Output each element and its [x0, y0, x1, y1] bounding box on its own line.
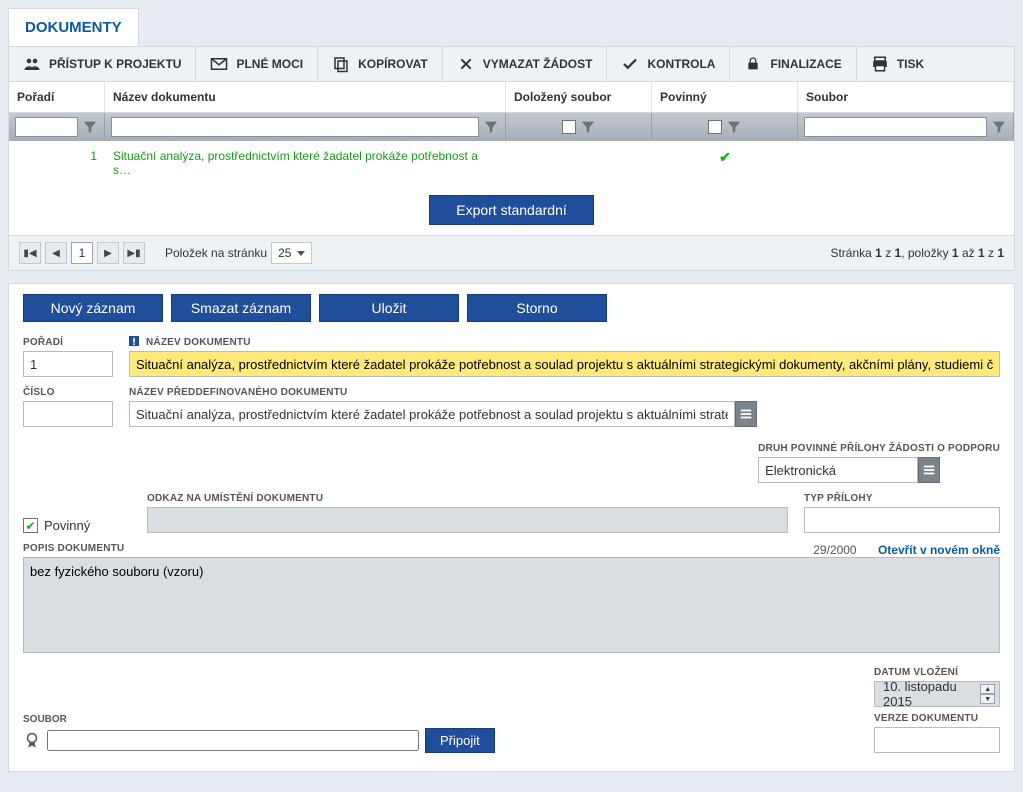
- grid-header-file[interactable]: Doložený soubor: [506, 82, 652, 112]
- tab-dokumenty[interactable]: DOKUMENTY: [8, 8, 139, 46]
- predef-input: [129, 401, 735, 427]
- soubor-input[interactable]: [47, 730, 419, 751]
- mail-icon: [210, 55, 228, 73]
- cislo-label: ČÍSLO: [23, 387, 113, 398]
- version-label: VERZE DOKUMENTU: [874, 713, 978, 724]
- toolbar-check[interactable]: KONTROLA: [607, 47, 730, 81]
- order-label: POŘADÍ: [23, 337, 113, 348]
- check-icon: [621, 55, 639, 73]
- order-input[interactable]: [23, 351, 113, 377]
- popis-label: POPIS DOKUMENTU: [23, 543, 124, 554]
- toolbar-finalize[interactable]: FINALIZACE: [730, 47, 856, 81]
- filter-icon[interactable]: [82, 119, 98, 135]
- copy-icon: [332, 55, 350, 73]
- typ-input[interactable]: [804, 507, 1000, 533]
- toolbar-print[interactable]: TISK: [857, 47, 938, 81]
- required-badge-icon: [129, 336, 139, 346]
- pager-next[interactable]: ▶: [97, 242, 119, 264]
- grid-header-soubor[interactable]: Soubor: [798, 82, 1014, 112]
- attach-button[interactable]: Připojit: [425, 728, 495, 753]
- per-page-label: Položek na stránku: [165, 246, 267, 260]
- pager-first[interactable]: ▮◀: [19, 242, 41, 264]
- cell-req: ✔: [652, 141, 798, 185]
- cell-name: Situační analýza, prostřednictvím které …: [105, 141, 506, 185]
- export-button[interactable]: Export standardní: [429, 195, 594, 225]
- toolbar-poa-label: PLNÉ MOCI: [236, 57, 303, 71]
- pager-status: Stránka 1 z 1, položky 1 až 1 z 1: [830, 246, 1004, 260]
- date-label: DATUM VLOŽENÍ: [874, 667, 958, 678]
- filter-icon[interactable]: [580, 119, 596, 135]
- predef-label: NÁZEV PŘEDDEFINOVANÉHO DOKUMENTU: [129, 387, 757, 398]
- chevron-down-icon: [297, 251, 305, 256]
- check-icon: ✔: [719, 149, 731, 165]
- toolbar-delete[interactable]: VYMAZAT ŽÁDOST: [443, 47, 608, 81]
- pager-prev[interactable]: ◀: [45, 242, 67, 264]
- certificate-icon: [23, 730, 41, 752]
- druh-input: [758, 457, 918, 483]
- popis-counter: 29/2000: [813, 543, 856, 557]
- typ-label: TYP PŘÍLOHY: [804, 493, 1000, 504]
- filter-req-checkbox[interactable]: [708, 120, 722, 134]
- spinner-up[interactable]: ▲: [980, 684, 995, 694]
- druh-label: DRUH POVINNÉ PŘÍLOHY ŽÁDOSTI O PODPORU: [758, 443, 1000, 454]
- povinny-label: Povinný: [44, 518, 90, 533]
- soubor-label: SOUBOR: [23, 714, 495, 725]
- toolbar-copy-label: KOPÍROVAT: [358, 57, 428, 71]
- cell-order: 1: [9, 141, 105, 185]
- grid-data-row[interactable]: 1 Situační analýza, prostřednictvím kter…: [9, 141, 1014, 185]
- filter-name-input[interactable]: [111, 117, 479, 137]
- docname-label: NÁZEV DOKUMENTU: [129, 336, 1000, 348]
- toolbar-poa[interactable]: PLNÉ MOCI: [196, 47, 318, 81]
- toolbar-access[interactable]: PŘÍSTUP K PROJEKTU: [9, 47, 196, 81]
- grid-header-req[interactable]: Povinný: [652, 82, 798, 112]
- odkaz-label: ODKAZ NA UMÍSTĚNÍ DOKUMENTU: [147, 493, 788, 504]
- filter-order-input[interactable]: [15, 117, 78, 137]
- cell-soubor: [798, 141, 1014, 185]
- filter-icon[interactable]: [483, 119, 499, 135]
- grid-filter-row: [9, 113, 1014, 141]
- date-value: 10. listopadu 2015: [883, 679, 980, 709]
- lock-icon: [744, 55, 762, 73]
- toolbar-delete-label: VYMAZAT ŽÁDOST: [483, 57, 593, 71]
- pager-last[interactable]: ▶▮: [123, 242, 145, 264]
- toolbar-print-label: TISK: [897, 57, 924, 71]
- cislo-input[interactable]: [23, 401, 113, 427]
- filter-icon[interactable]: [991, 119, 1007, 135]
- grid-header-row: Pořadí Název dokumentu Doložený soubor P…: [9, 82, 1014, 113]
- new-record-button[interactable]: Nový záznam: [23, 294, 163, 322]
- cell-file: [506, 141, 652, 185]
- spinner-down[interactable]: ▼: [980, 694, 995, 704]
- filter-file-checkbox[interactable]: [562, 120, 576, 134]
- per-page-select[interactable]: 25: [271, 242, 312, 264]
- save-button[interactable]: Uložit: [319, 294, 459, 322]
- list-icon: [922, 463, 936, 477]
- toolbar-finalize-label: FINALIZACE: [770, 57, 841, 71]
- grid-header-name[interactable]: Název dokumentu: [105, 82, 506, 112]
- version-input[interactable]: [874, 727, 1000, 753]
- cancel-button[interactable]: Storno: [467, 294, 607, 322]
- povinny-checkbox-field[interactable]: ✔ Povinný: [23, 518, 131, 533]
- x-icon: [457, 55, 475, 73]
- delete-record-button[interactable]: Smazat záznam: [171, 294, 311, 322]
- date-input[interactable]: 10. listopadu 2015 ▲ ▼: [874, 681, 1000, 707]
- popis-textarea[interactable]: bez fyzického souboru (vzoru): [23, 557, 1000, 653]
- grid-header-order[interactable]: Pořadí: [9, 82, 105, 112]
- filter-soubor-input[interactable]: [804, 117, 987, 137]
- povinny-checkbox[interactable]: ✔: [23, 518, 38, 533]
- druh-picker-button[interactable]: [918, 457, 940, 483]
- open-new-window-link[interactable]: Otevřít v novém okně: [878, 543, 1000, 557]
- toolbar-access-label: PŘÍSTUP K PROJEKTU: [49, 57, 181, 71]
- per-page-value: 25: [278, 246, 291, 260]
- print-icon: [871, 55, 889, 73]
- predef-picker-button[interactable]: [735, 401, 757, 427]
- pager-current: 1: [71, 242, 93, 264]
- toolbar-check-label: KONTROLA: [647, 57, 715, 71]
- group-icon: [23, 55, 41, 73]
- odkaz-input[interactable]: [147, 507, 788, 533]
- docname-input[interactable]: [129, 351, 1000, 377]
- list-icon: [739, 407, 753, 421]
- toolbar-copy[interactable]: KOPÍROVAT: [318, 47, 443, 81]
- filter-icon[interactable]: [726, 119, 742, 135]
